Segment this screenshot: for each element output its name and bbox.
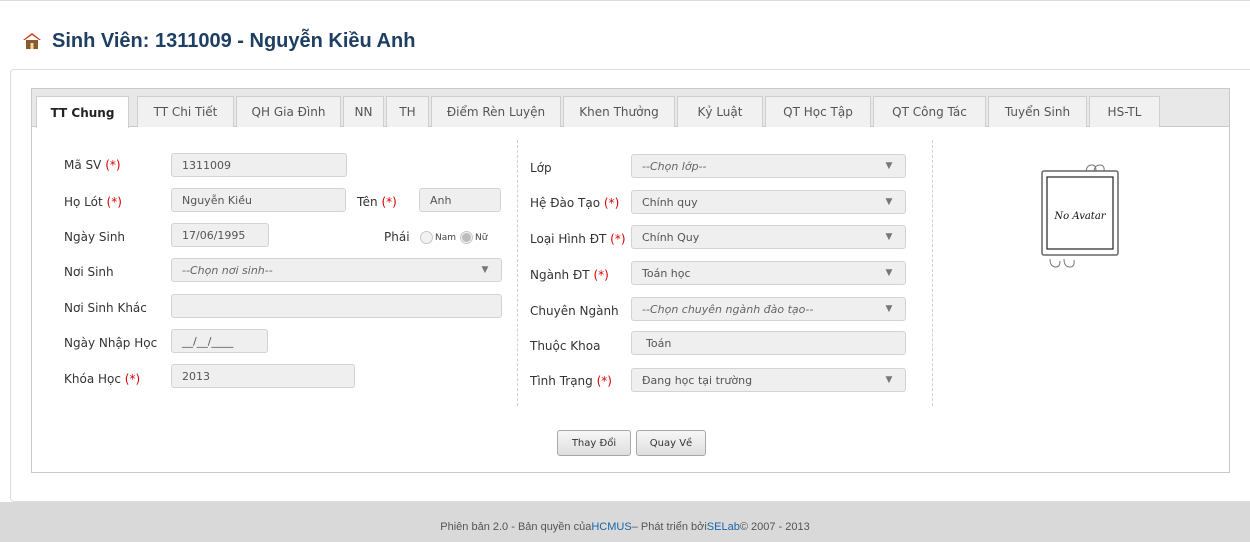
tab-qt-cong-tac[interactable]: QT Công Tác <box>873 96 986 127</box>
tab-qh-gia-dinh[interactable]: QH Gia Đình <box>236 96 341 127</box>
ma-sv-label: Mã SV (*) <box>64 158 121 172</box>
ten-label: Tên (*) <box>357 195 397 209</box>
ho-lot-label: Họ Lót (*) <box>64 195 122 209</box>
ten-field[interactable]: Anh <box>419 188 501 212</box>
tab-ky-luat[interactable]: Kỷ Luật <box>677 96 763 127</box>
loai-hinh-dt-select[interactable]: Chính Quy ▼ <box>631 225 906 249</box>
dropdown-arrow-icon: ▼ <box>481 265 489 275</box>
khoa-hoc-label: Khóa Học (*) <box>64 372 141 386</box>
noi-sinh-select[interactable]: --Chọn nơi sinh-- ▼ <box>171 258 502 282</box>
tab-label: NN <box>354 105 373 119</box>
tinh-trang-select[interactable]: Đang học tại trường ▼ <box>631 368 906 392</box>
column-divider-right <box>932 140 933 406</box>
column-divider-left <box>517 140 518 406</box>
dropdown-arrow-icon: ▼ <box>885 268 893 278</box>
radio-nam[interactable] <box>420 231 433 244</box>
save-button[interactable]: Thay Đổi <box>557 430 631 456</box>
khoa-hoc-field[interactable]: 2013 <box>171 364 355 388</box>
thuoc-khoa-field[interactable]: Toán <box>631 331 906 355</box>
phai-label: Phái <box>384 230 410 244</box>
tab-strip: TT Chung TT Chi Tiết QH Gia Đình NN TH Đ… <box>32 89 1229 128</box>
radio-nu[interactable] <box>460 231 474 244</box>
ngay-nhap-hoc-label: Ngày Nhập Học <box>64 336 158 350</box>
radio-nam-label: Nam <box>435 232 457 243</box>
tab-label: Tuyển Sinh <box>1004 105 1071 119</box>
radio-nu-label: Nữ <box>475 232 488 243</box>
tab-label: HS-TL <box>1107 105 1142 119</box>
lop-select[interactable]: --Chọn lớp-- ▼ <box>631 154 906 178</box>
dropdown-arrow-icon: ▼ <box>885 375 893 385</box>
gender-radio-group: Nam Nữ <box>420 231 491 244</box>
tab-qt-hoc-tap[interactable]: QT Học Tập <box>765 96 871 127</box>
ngay-sinh-label: Ngày Sinh <box>64 230 126 244</box>
footer-lab-link[interactable]: SELab <box>707 521 740 533</box>
noi-sinh-label: Nơi Sinh <box>64 265 114 279</box>
page-header: Sinh Viên: 1311009 - Nguyễn Kiều Anh <box>22 28 415 54</box>
page-title: Sinh Viên: 1311009 - Nguyễn Kiều Anh <box>52 29 416 52</box>
avatar-text: No Avatar <box>1053 211 1106 222</box>
lop-label: Lớp <box>530 161 552 175</box>
top-border <box>0 0 1250 1</box>
tab-nn[interactable]: NN <box>343 96 384 127</box>
tab-label: Khen Thưởng <box>579 105 659 119</box>
thuoc-khoa-label: Thuộc Khoa <box>530 339 601 353</box>
tab-tt-chi-tiet[interactable]: TT Chi Tiết <box>137 96 234 127</box>
nganh-dt-select[interactable]: Toán học ▼ <box>631 261 906 285</box>
tab-label: Kỷ Luật <box>697 105 743 119</box>
tab-label: TT Chi Tiết <box>153 105 218 119</box>
tab-khen-thuong[interactable]: Khen Thưởng <box>563 96 675 127</box>
he-dao-tao-label: Hệ Đào Tạo (*) <box>530 196 620 210</box>
tab-label: Điểm Rèn Luyện <box>446 105 546 119</box>
tab-label: QH Gia Đình <box>251 105 326 119</box>
loai-hinh-dt-label: Loại Hình ĐT (*) <box>530 232 626 246</box>
dropdown-arrow-icon: ▼ <box>885 161 893 171</box>
dropdown-arrow-icon: ▼ <box>885 232 893 242</box>
chuyen-nganh-select[interactable]: --Chọn chuyên ngành đào tạo-- ▼ <box>631 297 906 321</box>
ho-lot-field[interactable]: Nguyễn Kiều <box>171 188 346 212</box>
tab-label: TT Chung <box>50 105 115 120</box>
footer-suffix: © 2007 - 2013 <box>739 521 810 533</box>
tab-diem-ren-luyen[interactable]: Điểm Rèn Luyện <box>431 96 561 127</box>
tab-label: QT Công Tác <box>892 105 967 119</box>
dropdown-arrow-icon: ▼ <box>885 304 893 314</box>
ngay-nhap-hoc-field[interactable]: __/__/____ <box>171 329 268 353</box>
back-button-label: Quay Về <box>649 437 693 449</box>
noi-sinh-khac-field[interactable] <box>171 294 502 318</box>
footer-prefix: Phiên bản 2.0 - Bản quyền của <box>440 521 592 533</box>
tinh-trang-label: Tình Trạng (*) <box>530 374 612 388</box>
dropdown-arrow-icon: ▼ <box>885 197 893 207</box>
tab-label: QT Học Tập <box>783 105 853 119</box>
tab-tuyen-sinh[interactable]: Tuyển Sinh <box>988 96 1087 127</box>
save-button-label: Thay Đổi <box>571 437 617 449</box>
footer-middle: – Phát triển bởi <box>631 521 707 533</box>
avatar: No Avatar <box>1041 164 1119 268</box>
home-icon <box>23 33 41 49</box>
nganh-dt-label: Ngành ĐT (*) <box>530 268 609 282</box>
he-dao-tao-select[interactable]: Chính quy ▼ <box>631 190 906 214</box>
ma-sv-field[interactable]: 1311009 <box>171 153 347 177</box>
footer-org-link[interactable]: HCMUS <box>591 521 631 533</box>
tab-hs-tl[interactable]: HS-TL <box>1089 96 1160 127</box>
back-button[interactable]: Quay Về <box>636 430 706 456</box>
tab-label: TH <box>399 105 416 119</box>
tab-th[interactable]: TH <box>386 96 429 127</box>
chuyen-nganh-label: Chuyên Ngành <box>530 304 619 318</box>
tab-tt-chung[interactable]: TT Chung <box>36 96 129 128</box>
noi-sinh-khac-label: Nơi Sinh Khác <box>64 301 147 315</box>
ngay-sinh-field[interactable]: 17/06/1995 <box>171 223 269 247</box>
footer: Phiên bản 2.0 - Bản quyền của HCMUS – Ph… <box>0 502 1250 542</box>
